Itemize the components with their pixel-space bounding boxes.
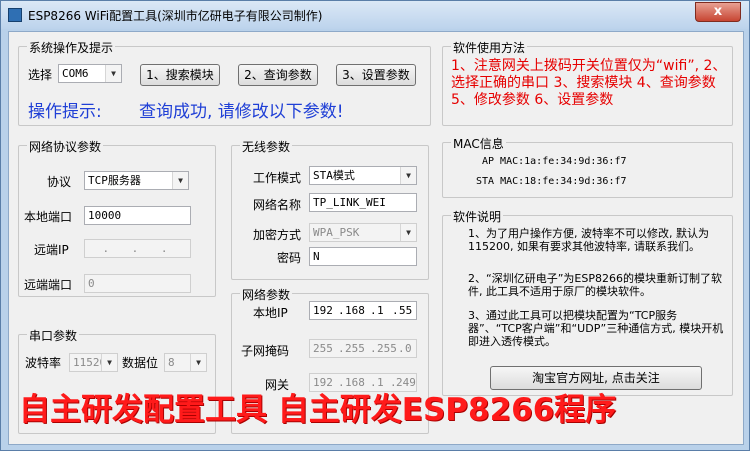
net-protocol-group-title: 网络协议参数: [27, 138, 104, 155]
local-port-label: 本地端口: [24, 210, 73, 224]
description-paragraph-2: 2、“深圳亿研电子”为ESP8266的模块重新订制了软件, 此工具不适用于原厂的…: [468, 272, 722, 298]
net-protocol-group: 网络协议参数 协议 TCP服务器 ▼ 本地端口 10000 远端IP . . .…: [18, 138, 216, 297]
serial-group-title: 串口参数: [27, 327, 80, 344]
chevron-down-icon: ▼: [400, 224, 416, 241]
chevron-down-icon: ▼: [190, 354, 206, 371]
encryption-select-value: WPA_PSK: [313, 226, 360, 239]
usage-group-title: 软件使用方法: [451, 39, 528, 56]
network-group-title: 网络参数: [240, 286, 293, 303]
password-label: 密码: [277, 251, 302, 265]
local-ip-label: 本地IP: [253, 306, 288, 320]
port-select-value: COM6: [62, 67, 89, 80]
chevron-down-icon: ▼: [101, 354, 117, 371]
ip-octet: 255: [313, 342, 333, 355]
wireless-group-title: 无线参数: [240, 138, 293, 155]
chevron-down-icon: ▼: [105, 65, 121, 82]
protocol-select[interactable]: TCP服务器 ▼: [84, 171, 189, 190]
ip-octet: 55: [399, 304, 413, 317]
work-mode-select[interactable]: STA模式 ▼: [309, 166, 417, 185]
databits-select-value: 8: [168, 356, 175, 369]
hint-text: 查询成功, 请修改以下参数!: [139, 102, 344, 122]
description-paragraph-3: 3、通过此工具可以把模块配置为“TCP服务器”、“TCP客户端”和“UDP”三种…: [468, 309, 724, 348]
port-select-label: 选择: [28, 68, 53, 82]
local-port-input[interactable]: 10000: [84, 206, 191, 225]
ip-octet: 1: [377, 304, 384, 317]
local-ip-input[interactable]: 192 . 168 . 1 . 55: [309, 301, 417, 320]
ip-octet: 168: [345, 304, 365, 317]
ip-octet: 255: [377, 342, 397, 355]
ip-octet: 192: [313, 304, 333, 317]
remote-port-label: 远端端口: [24, 278, 73, 292]
app-window: ESP8266 WiFi配置工具(深圳市亿研电子有限公司制作) x 系统操作及提…: [0, 0, 750, 451]
encryption-select[interactable]: WPA_PSK ▼: [309, 223, 417, 242]
search-module-button[interactable]: 1、搜索模块: [140, 64, 220, 86]
title-bar[interactable]: ESP8266 WiFi配置工具(深圳市亿研电子有限公司制作) x: [1, 1, 749, 29]
query-params-button[interactable]: 2、查询参数: [238, 64, 318, 86]
port-select[interactable]: COM6 ▼: [58, 64, 122, 83]
sta-mac-text: STA MAC:18:fe:34:9d:36:f7: [476, 176, 627, 187]
remote-ip-input[interactable]: . . .: [84, 239, 191, 258]
encryption-label: 加密方式: [253, 228, 302, 242]
subnet-mask-label: 子网掩码: [241, 344, 290, 358]
subnet-mask-input[interactable]: 255 . 255 . 255 . 0: [309, 339, 417, 358]
promo-overlay-text: 自主研发配置工具 自主研发ESP8266程序: [19, 392, 617, 428]
baud-label: 波特率: [25, 356, 62, 370]
baud-select[interactable]: 11520 ▼: [69, 353, 118, 372]
chevron-down-icon: ▼: [400, 167, 416, 184]
description-group: 软件说明 1、为了用户操作方便, 波特率不可以修改, 默认为115200, 如果…: [442, 208, 733, 396]
mac-group: MAC信息 AP MAC:1a:fe:34:9d:36:f7 STA MAC:1…: [442, 135, 733, 198]
hint-label: 操作提示:: [28, 102, 102, 122]
mac-group-title: MAC信息: [451, 135, 506, 152]
window-title: ESP8266 WiFi配置工具(深圳市亿研电子有限公司制作): [28, 9, 323, 23]
ip-octet: 255: [345, 342, 365, 355]
protocol-select-value: TCP服务器: [88, 174, 141, 187]
description-paragraph-1: 1、为了用户操作方便, 波特率不可以修改, 默认为115200, 如果有要求其他…: [468, 227, 709, 253]
databits-select[interactable]: 8 ▼: [164, 353, 207, 372]
chevron-down-icon: ▼: [172, 172, 188, 189]
remote-ip-label: 远端IP: [34, 243, 69, 257]
remote-port-input[interactable]: 0: [84, 274, 191, 293]
wireless-group: 无线参数 工作模式 STA模式 ▼ 网络名称 TP_LINK_WEI 加密方式 …: [231, 138, 429, 280]
ssid-label: 网络名称: [253, 198, 302, 212]
work-mode-select-value: STA模式: [313, 169, 355, 182]
client-area: 系统操作及提示 选择 COM6 ▼ 1、搜索模块 2、查询参数 3、设置参数 操…: [8, 31, 744, 445]
protocol-label: 协议: [47, 175, 72, 189]
ssid-input[interactable]: TP_LINK_WEI: [309, 193, 417, 212]
databits-label: 数据位: [122, 356, 159, 370]
description-group-title: 软件说明: [451, 208, 504, 225]
system-group-title: 系统操作及提示: [27, 39, 116, 56]
system-group: 系统操作及提示 选择 COM6 ▼ 1、搜索模块 2、查询参数 3、设置参数 操…: [18, 39, 431, 126]
ap-mac-text: AP MAC:1a:fe:34:9d:36:f7: [482, 156, 627, 167]
usage-group: 软件使用方法 1、注意网关上拨码开关位置仅为“wifi”, 2、选择正确的串口 …: [442, 39, 733, 126]
password-input[interactable]: N: [309, 247, 417, 266]
work-mode-label: 工作模式: [253, 171, 302, 185]
close-button[interactable]: x: [695, 2, 741, 22]
usage-text: 1、注意网关上拨码开关位置仅为“wifi”, 2、选择正确的串口 3、搜索模块 …: [451, 58, 727, 108]
set-params-button[interactable]: 3、设置参数: [336, 64, 416, 86]
app-icon: [8, 8, 22, 22]
ip-octet: 0: [405, 342, 412, 355]
